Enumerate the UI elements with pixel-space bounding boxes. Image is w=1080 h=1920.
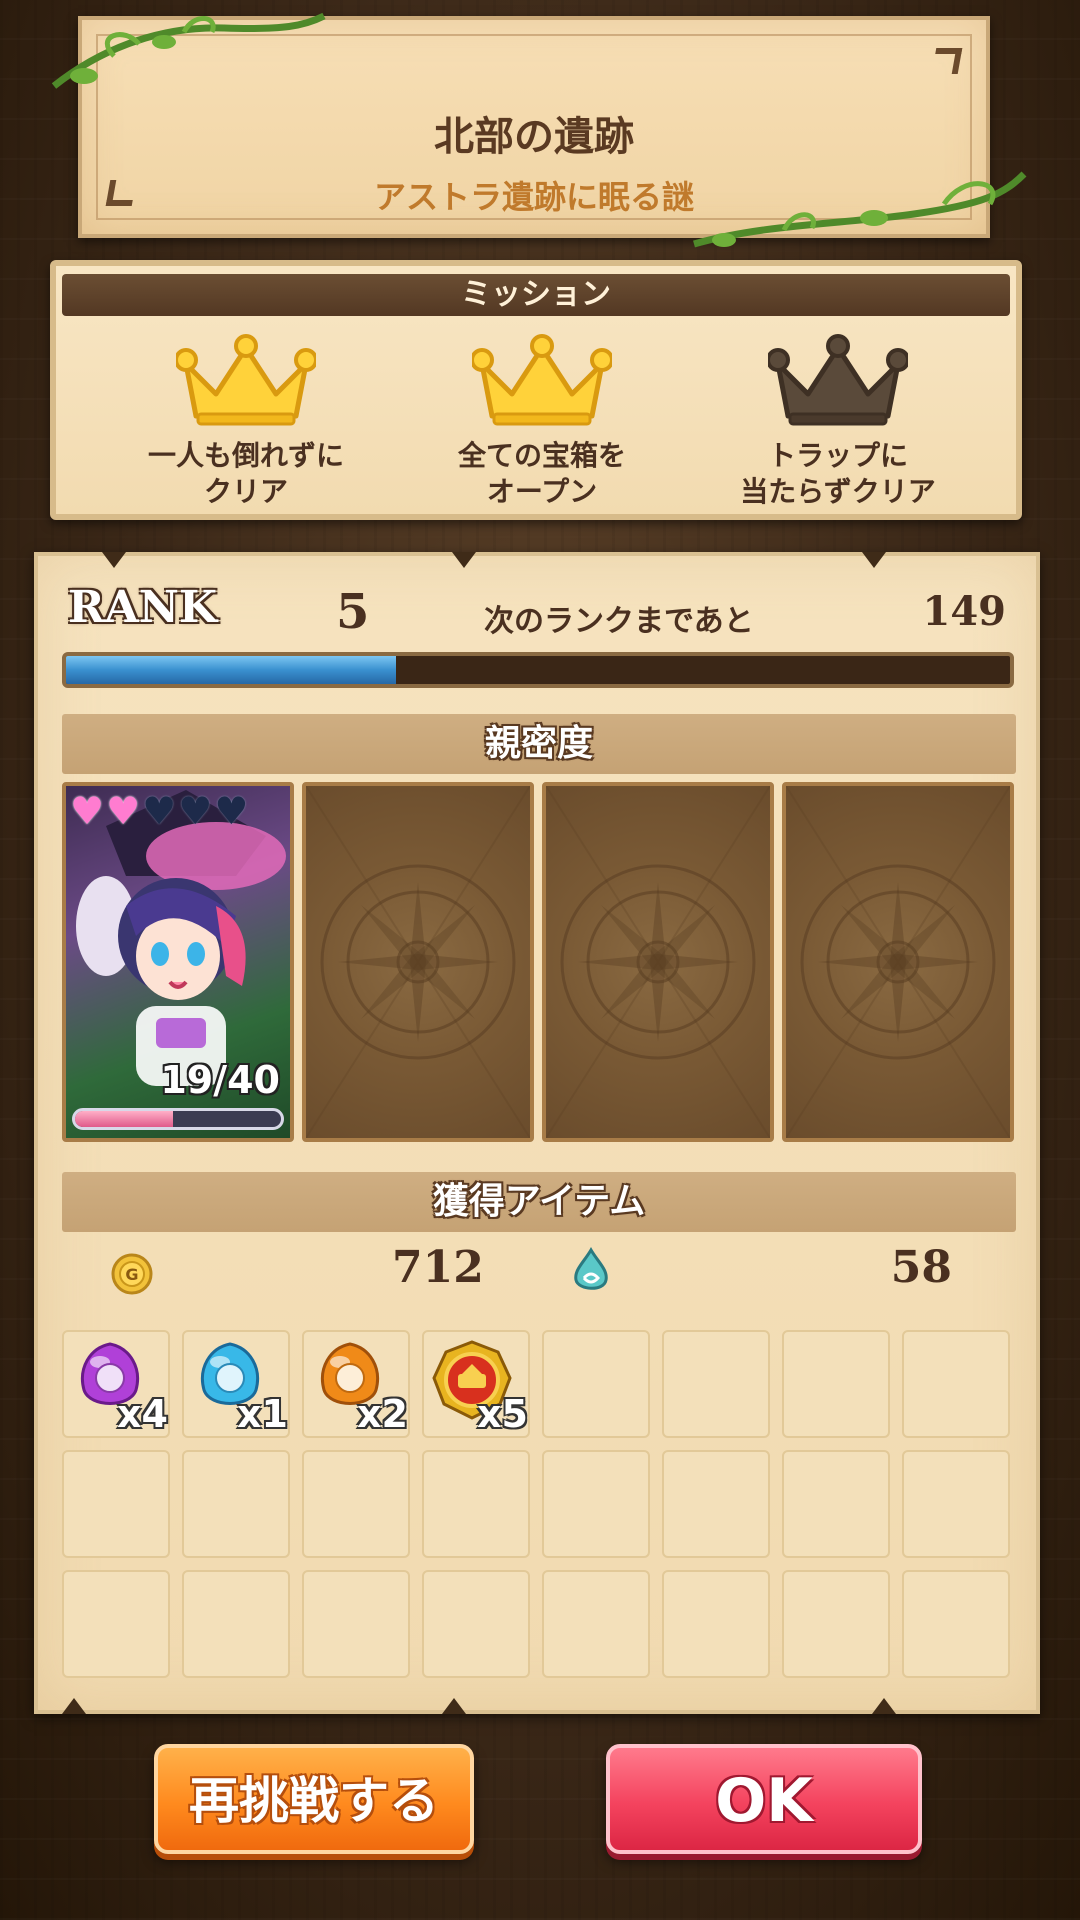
heart-empty-icon: ♥ [178, 789, 213, 833]
empty-item-slot [782, 1570, 890, 1678]
heart-empty-icon: ♥ [214, 789, 249, 833]
mission-text-line: 一人も倒れずに [147, 439, 344, 472]
empty-item-slot [542, 1570, 650, 1678]
crown-gold-icon [472, 334, 612, 426]
empty-card-slot [542, 782, 774, 1142]
heart-filled-icon: ♥ [106, 789, 141, 833]
mission-text-line: オープン [486, 475, 598, 508]
panel-notch [872, 1698, 896, 1714]
currency-row: G 712 58 [62, 1236, 1016, 1306]
heart-empty-icon: ♥ [142, 789, 177, 833]
rank-value: 5 [336, 584, 370, 640]
heart-filled-icon: ♥ [70, 789, 105, 833]
item-slot[interactable]: x4 [62, 1330, 170, 1438]
item-quantity: x4 [117, 1392, 168, 1436]
spirit-value: 58 [890, 1242, 952, 1293]
empty-item-slot [662, 1450, 770, 1558]
drop-items-grid: x4 x1 x2 x5 [62, 1330, 1016, 1678]
vine-decoration-icon [51, 12, 326, 89]
panel-notch [452, 552, 476, 568]
panel-notch [62, 1698, 86, 1714]
panel-notch [102, 552, 126, 568]
mission-text-line: クリア [203, 475, 288, 508]
ok-button[interactable]: OK [606, 1744, 922, 1854]
item-slot[interactable]: x2 [302, 1330, 410, 1438]
empty-item-slot [782, 1330, 890, 1438]
empty-card-slot [302, 782, 534, 1142]
affinity-progress-fill [75, 1111, 173, 1127]
affinity-hearts: ♥ ♥ ♥ ♥ ♥ [70, 792, 248, 830]
crown-gold-icon [176, 334, 316, 426]
crown-gray-icon [768, 334, 908, 426]
character-card[interactable]: ♥ ♥ ♥ ♥ ♥ 19/40 [62, 782, 294, 1142]
rank-progress-fill [66, 656, 397, 684]
gold-coin-icon: G [111, 1253, 153, 1295]
mission-item: 一人も倒れずに クリア [96, 334, 396, 510]
mission-text: 全ての宝箱を オープン [392, 438, 692, 510]
empty-item-slot [902, 1570, 1010, 1678]
mission-panel: ミッション 一人も倒れずに クリア 全ての宝箱を オープン トラップに 当たらず… [50, 260, 1022, 520]
items-header: 獲得アイテム [62, 1172, 1016, 1232]
party-cards: ♥ ♥ ♥ ♥ ♥ 19/40 [62, 782, 1018, 1142]
affinity-progress-text: 19/40 [160, 1058, 280, 1102]
next-rank-label: 次のランクまであと [484, 604, 754, 639]
magic-circle-icon [786, 786, 1010, 1138]
magic-circle-icon [306, 786, 530, 1138]
mission-header: ミッション [62, 274, 1010, 316]
mission-text: 一人も倒れずに クリア [96, 438, 396, 510]
item-quantity: x5 [477, 1392, 528, 1436]
empty-item-slot [782, 1450, 890, 1558]
empty-item-slot [62, 1570, 170, 1678]
spirit-drop-icon [574, 1247, 608, 1290]
mission-item: 全ての宝箱を オープン [392, 334, 692, 510]
empty-item-slot [902, 1330, 1010, 1438]
item-slot[interactable]: x5 [422, 1330, 530, 1438]
mission-text: トラップに 当たらずクリア [688, 438, 988, 510]
mission-item: トラップに 当たらずクリア [688, 334, 988, 510]
empty-card-slot [782, 782, 1014, 1142]
retry-button[interactable]: 再挑戦する [154, 1744, 474, 1854]
vine-decoration-icon [693, 171, 1027, 248]
rank-progress-bar [62, 652, 1014, 688]
empty-item-slot [542, 1330, 650, 1438]
mission-text-line: 全ての宝箱を [457, 439, 626, 472]
item-quantity: x2 [357, 1392, 408, 1436]
empty-item-slot [62, 1450, 170, 1558]
mission-text-line: 当たらずクリア [740, 475, 936, 508]
corner-ornament [931, 48, 963, 74]
affinity-header: 親密度 [62, 714, 1016, 774]
affinity-progress-bar [72, 1108, 284, 1130]
empty-item-slot [302, 1570, 410, 1678]
empty-item-slot [182, 1450, 290, 1558]
empty-item-slot [422, 1450, 530, 1558]
empty-item-slot [662, 1570, 770, 1678]
rank-label: RANK [68, 582, 218, 633]
empty-item-slot [182, 1570, 290, 1678]
panel-notch [862, 552, 886, 568]
result-panel: RANK 5 次のランクまであと 149 親密度 ♥ ♥ ♥ ♥ ♥ 19/40… [34, 552, 1040, 1714]
empty-item-slot [902, 1450, 1010, 1558]
svg-text:G: G [125, 1265, 138, 1284]
next-rank-value: 149 [922, 588, 1007, 635]
empty-item-slot [422, 1570, 530, 1678]
mission-text-line: トラップに [767, 439, 908, 472]
item-slot[interactable]: x1 [182, 1330, 290, 1438]
magic-circle-icon [546, 786, 770, 1138]
panel-notch [442, 1698, 466, 1714]
item-quantity: x1 [237, 1392, 288, 1436]
empty-item-slot [662, 1330, 770, 1438]
empty-item-slot [542, 1450, 650, 1558]
empty-item-slot [302, 1450, 410, 1558]
coin-value: 712 [392, 1242, 484, 1293]
